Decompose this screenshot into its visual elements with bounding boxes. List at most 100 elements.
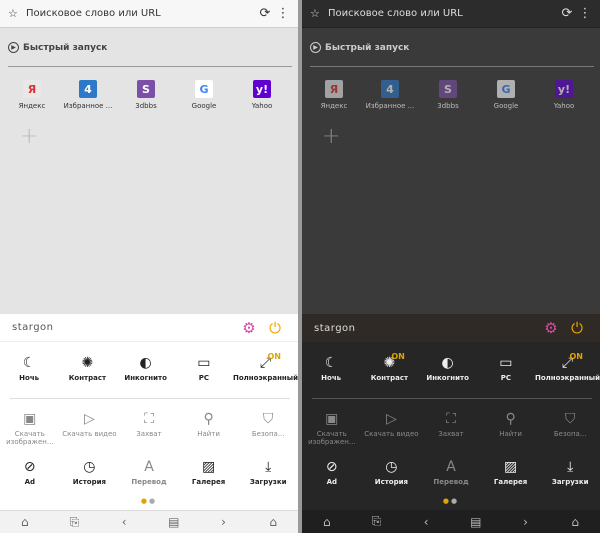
speed-dial-item[interactable]: 4 Избранное ... (60, 80, 116, 110)
forward-icon[interactable]: › (199, 515, 249, 529)
speed-dial-label: Яндекс (320, 102, 348, 110)
star-icon[interactable]: ☆ (310, 7, 324, 20)
tool-button[interactable]: A Перевод (119, 458, 179, 486)
url-input[interactable]: Поисковое слово или URL (324, 8, 558, 19)
yahoo-icon: y! (555, 80, 573, 98)
toggle-button[interactable]: ▭ PC (175, 354, 233, 382)
tabs-icon[interactable]: ▤ (451, 515, 501, 529)
google-icon: G (195, 80, 213, 98)
tool-button[interactable]: A Перевод (421, 458, 481, 486)
bookmarks-icon: 4 (381, 80, 399, 98)
more-menu-icon[interactable]: ⋮ (576, 6, 594, 21)
toggle-button[interactable]: ☾ Ночь (0, 354, 58, 382)
bookmark-icon[interactable]: ⎘ (352, 514, 402, 529)
3dbbs-icon: S (137, 80, 155, 98)
tool-button[interactable]: ▨ Галерея (481, 458, 541, 486)
tool-label: Загрузки (551, 478, 589, 486)
settings-gear-icon[interactable]: ⚙ (538, 319, 564, 337)
action-button[interactable]: ▣ Скачать изображен... (302, 410, 362, 446)
tool-button[interactable]: ⤓ Загрузки (540, 458, 600, 486)
power-icon[interactable]: ⏻ (564, 319, 590, 337)
tool-button[interactable]: ⊘ Ad (302, 458, 362, 486)
speed-dial-item[interactable]: 4 Избранное ... (362, 80, 418, 110)
url-input[interactable]: Поисковое слово или URL (22, 8, 256, 19)
brand-logo: stargon (12, 322, 54, 333)
add-dial-icon[interactable]: + (322, 124, 340, 149)
action-button[interactable]: ▷ Скачать видео (60, 410, 120, 446)
action-button[interactable]: ▷ Скачать видео (362, 410, 422, 446)
action-button[interactable]: ▣ Скачать изображен... (0, 410, 60, 446)
action-label: Найти (197, 430, 220, 438)
tool-icon: ◷ (83, 459, 96, 475)
speed-dial-label: Yahoo (251, 102, 273, 110)
home-icon[interactable]: ⌂ (550, 515, 600, 529)
url-bar[interactable]: ☆ Поисковое слово или URL ⟳ ⋮ (0, 0, 298, 28)
speed-dial-item[interactable]: G Google (478, 80, 534, 110)
settings-gear-icon[interactable]: ⚙ (236, 319, 262, 337)
tool-label: Загрузки (249, 478, 287, 486)
url-bar[interactable]: ☆ Поисковое слово или URL ⟳ ⋮ (302, 0, 600, 28)
action-button[interactable]: ⚲ Найти (481, 410, 541, 446)
action-label: Безопа... (553, 430, 587, 438)
tool-button[interactable]: ◷ История (362, 458, 422, 486)
tools-row: ⊘ Ad ◷ История A Перевод ▨ Галерея ⤓ Загрузки (0, 458, 298, 486)
more-menu-icon[interactable]: ⋮ (274, 6, 292, 21)
action-label: Безопа... (251, 430, 285, 438)
back-icon[interactable]: ‹ (401, 515, 451, 529)
bottom-nav-bar: ⌂ ⎘ ‹ ▤ › ⌂ (0, 510, 298, 533)
action-button[interactable]: ⛉ Безопа... (540, 410, 600, 446)
toggle-label: Ночь (19, 374, 40, 382)
tool-icon: ▨ (503, 459, 518, 475)
tool-button[interactable]: ▨ Галерея (179, 458, 239, 486)
action-button[interactable]: ⛶ Захват (119, 410, 179, 446)
back-icon[interactable]: ‹ (99, 515, 149, 529)
toggle-button[interactable]: ▭ PC (477, 354, 535, 382)
toggle-label: PC (500, 374, 512, 382)
home-star-icon[interactable]: ⌂ (302, 515, 352, 529)
speed-dial-item[interactable]: Я Яндекс (306, 80, 362, 110)
toggle-icon: ☾ (22, 355, 36, 371)
refresh-icon[interactable]: ⟳ (558, 6, 576, 21)
star-icon[interactable]: ☆ (8, 7, 22, 20)
speed-dial-item[interactable]: y! Yahoo (536, 80, 592, 110)
toggle-row: ☾ Ночь ✺ ON Контраст ◐ Инкогнито ▭ PC ⤢ ON Полноэкр… (302, 352, 600, 382)
toggle-button[interactable]: ⤢ ON Полноэкранный (535, 352, 600, 382)
toggle-button[interactable]: ◐ Инкогнито (117, 354, 175, 382)
tool-button[interactable]: ⤓ Загрузки (238, 458, 298, 486)
toggle-button[interactable]: ✺ Контраст (58, 354, 116, 382)
action-icon: ⛶ (144, 411, 154, 427)
quick-launch-label: Быстрый запуск (325, 42, 410, 53)
speed-dial-item[interactable]: S 3dbbs (420, 80, 476, 110)
page-indicator: ●● (140, 497, 158, 505)
yandex-icon: Я (23, 80, 41, 98)
yandex-icon: Я (325, 80, 343, 98)
bookmark-icon[interactable]: ⎘ (50, 515, 100, 530)
refresh-icon[interactable]: ⟳ (256, 6, 274, 21)
bookmarks-icon: 4 (79, 80, 97, 98)
toggle-button[interactable]: ⤢ ON Полноэкранный (233, 352, 298, 382)
action-label: Скачать видео (364, 430, 419, 438)
tool-icon: ⊘ (23, 459, 36, 475)
speed-dial-label: Избранное ... (365, 102, 415, 110)
action-label: Скачать изображен... (6, 430, 54, 446)
add-dial-icon[interactable]: + (20, 124, 38, 149)
home-star-icon[interactable]: ⌂ (0, 515, 50, 529)
action-button[interactable]: ⛉ Безопа... (238, 410, 298, 446)
toggle-label: Контраст (68, 374, 107, 382)
speed-dial-item[interactable]: Я Яндекс (4, 80, 60, 110)
toggle-button[interactable]: ◐ Инкогнито (419, 354, 477, 382)
toggle-button[interactable]: ☾ Ночь (302, 354, 360, 382)
action-button[interactable]: ⚲ Найти (179, 410, 239, 446)
speed-dial-item[interactable]: S 3dbbs (118, 80, 174, 110)
speed-dial-item[interactable]: G Google (176, 80, 232, 110)
tool-button[interactable]: ◷ История (60, 458, 120, 486)
toggle-button[interactable]: ✺ ON Контраст (360, 352, 418, 382)
speed-dial-item[interactable]: y! Yahoo (234, 80, 290, 110)
action-button[interactable]: ⛶ Захват (421, 410, 481, 446)
home-icon[interactable]: ⌂ (248, 515, 298, 529)
forward-icon[interactable]: › (501, 515, 551, 529)
bottom-menu-sheet: stargon ⚙ ⏻ ☾ Ночь ✺ ON Контраст ◐ Инкогнито ▭ P… (302, 314, 600, 533)
power-icon[interactable]: ⏻ (262, 319, 288, 337)
tabs-icon[interactable]: ▤ (149, 515, 199, 529)
tool-button[interactable]: ⊘ Ad (0, 458, 60, 486)
